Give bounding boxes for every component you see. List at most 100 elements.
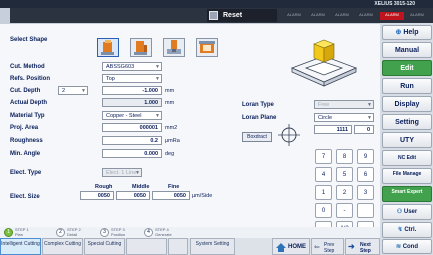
chevron-down-icon: ▼ (155, 64, 160, 70)
key-9[interactable]: 9 (357, 149, 374, 164)
right-sidebar: ⊕ Help Manual Edit Run Display Setting U… (380, 23, 433, 255)
loran-type-select[interactable]: Free ▼ (314, 100, 374, 109)
cut-depth-unit: mm (165, 88, 175, 94)
chevron-down-icon: ▼ (81, 88, 86, 94)
elect-size-header-fine: Fine (168, 184, 180, 190)
key-4[interactable]: 4 (315, 167, 332, 182)
key-blank[interactable] (357, 203, 374, 218)
ctrl-button[interactable]: ↯ Ctrl. (382, 222, 432, 238)
help-button[interactable]: ⊕ Help (382, 25, 432, 40)
refs-position-select[interactable]: Top ▼ (102, 74, 162, 83)
ctrl-icon: ↯ (397, 227, 403, 233)
tab-intelligent-cutting[interactable]: Intelligent Cutting (0, 238, 41, 255)
tab-special-cutting[interactable]: Special Cutting (84, 238, 125, 255)
next-step-button[interactable]: ➜ Next Step (345, 238, 380, 255)
manual-button[interactable]: Manual (382, 42, 432, 58)
loran-plane-select[interactable]: Circle ▼ (314, 113, 374, 122)
reset-button[interactable]: Reset (207, 9, 277, 22)
step-3-text: STEP 3 Position (111, 227, 126, 237)
key-2[interactable]: 2 (336, 185, 353, 200)
shape-button-4[interactable] (196, 38, 218, 57)
uty-button[interactable]: UTY (382, 132, 432, 148)
step-3-circle[interactable]: 3 (100, 228, 109, 237)
ctrl-label: Ctrl. (404, 227, 417, 233)
nc-edit-button[interactable]: NC Edit (382, 150, 432, 166)
actual-depth-unit: mm (165, 100, 175, 106)
step-4-text: STEP 4 Generate (155, 227, 172, 237)
alarm-1: ALARM (287, 12, 301, 17)
proj-area-input[interactable]: 000001 (102, 123, 162, 132)
home-button[interactable]: HOME (272, 238, 310, 255)
edit-button[interactable]: Edit (382, 60, 432, 76)
tab-empty-2[interactable] (168, 238, 188, 255)
cond-button[interactable]: ≋ Cond (382, 239, 432, 254)
min-angle-input[interactable]: 0.000 (102, 149, 162, 158)
loran-value-2[interactable]: 0 (354, 125, 374, 134)
key-7[interactable]: 7 (315, 149, 332, 164)
prev-step-button[interactable]: ⇐ Prev Step (311, 238, 344, 255)
step-1-circle[interactable]: 1 (4, 228, 13, 237)
tab-system-setting[interactable]: System Setting (190, 238, 235, 255)
key-minus[interactable]: - (336, 203, 353, 218)
elect-size-fine-input[interactable]: 0050 (152, 191, 190, 200)
setting-button[interactable]: Setting (382, 114, 432, 130)
help-icon: ⊕ (395, 29, 402, 36)
elect-size-rough-input[interactable]: 0050 (80, 191, 114, 200)
user-label: User (403, 209, 418, 215)
tab-empty-1[interactable] (126, 238, 167, 255)
shape-button-3[interactable] (163, 38, 185, 57)
chevron-down-icon: ▼ (367, 115, 372, 121)
cut-depth-input[interactable]: -1.000 (102, 86, 162, 95)
key-8[interactable]: 8 (336, 149, 353, 164)
boxdract-button[interactable]: Boxdract (242, 132, 272, 142)
hole-shape-icon (199, 41, 215, 53)
loran-value-1[interactable]: 1111 (314, 125, 352, 134)
help-label: Help (403, 29, 419, 36)
brand-label: XELIUS 3015-120 (374, 1, 415, 7)
loran-plane-label: Loran Plane (242, 115, 277, 121)
cut-method-select[interactable]: ABSSG603 ▼ (102, 62, 162, 71)
key-1[interactable]: 1 (315, 185, 332, 200)
roughness-input[interactable]: 0.2 (102, 136, 162, 145)
elect-size-middle-input[interactable]: 0050 (116, 191, 150, 200)
shape-button-1[interactable] (97, 38, 119, 57)
user-button[interactable]: ⚇ User (382, 204, 432, 220)
step-2-circle[interactable]: 2 (56, 228, 65, 237)
step-4-label: Generate (155, 231, 172, 237)
loran-type-label: Loran Type (242, 102, 274, 108)
chevron-down-icon: ▼ (135, 170, 140, 176)
smart-expert-button[interactable]: Smart Expert (382, 186, 432, 202)
alarm-4: ALARM (359, 12, 373, 17)
key-0[interactable]: 0 (315, 203, 332, 218)
top-bar: XELIUS 3015-120 (0, 0, 433, 8)
step-4-circle[interactable]: 4 (144, 228, 153, 237)
pocket-shape-icon (101, 40, 114, 55)
cond-icon: ≋ (395, 244, 402, 250)
elect-type-select[interactable]: Elect. 1 Line ▼ (102, 168, 142, 177)
arrow-left-icon: ⇐ (314, 244, 320, 251)
cut-depth-mode-select[interactable]: 2 ▼ (58, 86, 88, 95)
material-type-select[interactable]: Copper - Steel ▼ (102, 111, 162, 120)
main-panel: Select Shape Cut. Method ABSSG603 ▼ Refs. (0, 23, 380, 236)
material-type-value: Copper - Steel (106, 113, 142, 119)
alarm-5-active: ALARM (380, 12, 404, 20)
cut-method-value: ABSSG603 (106, 64, 135, 70)
status-wing (0, 8, 10, 23)
key-6[interactable]: 6 (357, 167, 374, 182)
workpiece-illustration (290, 39, 358, 87)
cond-label: Cond (402, 244, 419, 250)
display-button[interactable]: Display (382, 96, 432, 112)
run-button[interactable]: Run (382, 78, 432, 94)
key-5[interactable]: 5 (336, 167, 353, 182)
proj-area-unit: mm2 (165, 125, 178, 131)
reset-label: Reset (223, 12, 243, 19)
crosshair-icon[interactable] (278, 124, 300, 146)
refs-position-label: Refs. Position (10, 76, 51, 82)
shape-button-2[interactable] (130, 38, 152, 57)
material-type-label: Material Typ (10, 113, 45, 119)
key-3[interactable]: 3 (357, 185, 374, 200)
tab-complex-cutting[interactable]: Complex Cutting (42, 238, 83, 255)
roughness-unit: μmRa (165, 138, 180, 144)
step-3-label: Position (111, 231, 126, 237)
file-manage-button[interactable]: File Manage (382, 168, 432, 184)
